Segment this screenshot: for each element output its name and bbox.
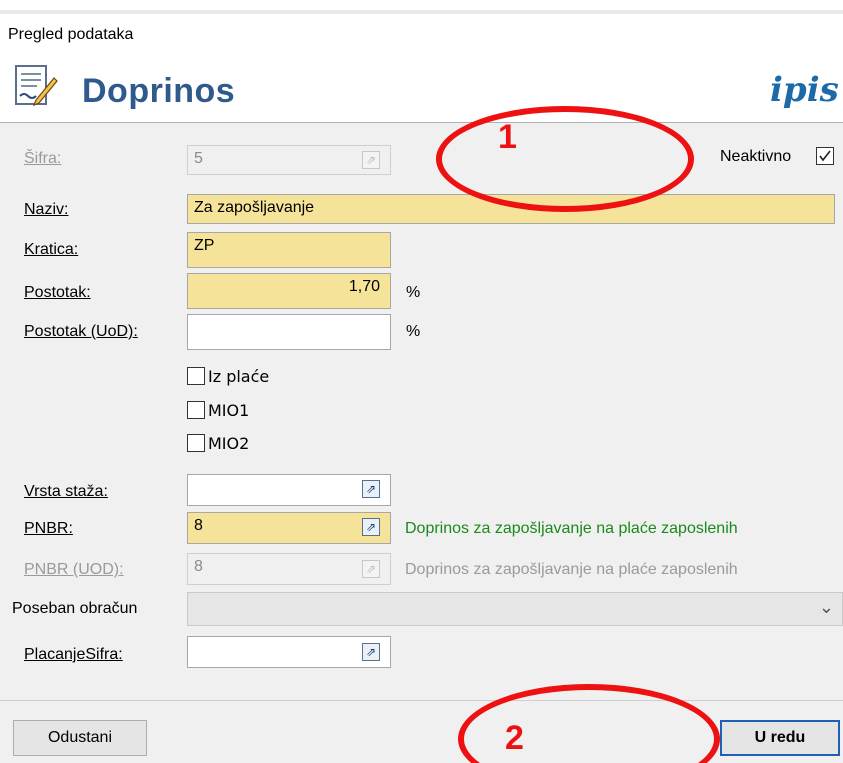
kratica-label: Kratica: bbox=[24, 241, 79, 258]
poseban-obracun-label: Poseban obračun bbox=[12, 600, 138, 617]
vrsta-staza-field[interactable] bbox=[187, 474, 391, 506]
annotation-number-2: 2 bbox=[505, 719, 524, 757]
sifra-lookup-icon: ⇗ bbox=[362, 151, 380, 169]
iz-place-label: Iz plaće bbox=[208, 367, 270, 386]
chevron-down-icon: ⌄ bbox=[818, 597, 834, 617]
placanje-sifra-field[interactable] bbox=[187, 636, 391, 668]
neaktivno-checkbox[interactable] bbox=[816, 147, 834, 165]
iz-place-checkbox[interactable] bbox=[187, 367, 205, 385]
sifra-field: 5 bbox=[187, 145, 391, 175]
pnbr-uod-lookup-icon: ⇗ bbox=[362, 560, 380, 578]
vrsta-staza-lookup-icon[interactable]: ⇗ bbox=[362, 480, 380, 498]
kratica-field[interactable]: ZP bbox=[187, 232, 391, 268]
window-title: Pregled podataka bbox=[8, 26, 134, 43]
pnbr-lookup-icon[interactable]: ⇗ bbox=[362, 518, 380, 536]
pnbr-hint: Doprinos za zapošljavanje na plaće zapos… bbox=[405, 520, 738, 537]
naziv-label: Naziv: bbox=[24, 201, 69, 218]
page-title: Doprinos bbox=[82, 72, 236, 110]
ipis-logo: ipis bbox=[770, 70, 839, 110]
ok-button[interactable]: U redu bbox=[720, 720, 840, 756]
mio2-label: MIO2 bbox=[208, 434, 250, 453]
postotak-label: Postotak: bbox=[24, 284, 91, 301]
poseban-obracun-select[interactable]: ⌄ bbox=[187, 592, 843, 626]
vrsta-staza-label: Vrsta staža: bbox=[24, 483, 108, 500]
postotak-uod-unit: % bbox=[406, 323, 421, 340]
document-edit-icon bbox=[15, 65, 58, 107]
postotak-uod-field[interactable] bbox=[187, 314, 391, 350]
mio1-label: MIO1 bbox=[208, 401, 250, 420]
annotation-number-1: 1 bbox=[498, 118, 517, 156]
postotak-uod-label: Postotak (UoD): bbox=[24, 323, 138, 340]
placanje-sifra-lookup-icon[interactable]: ⇗ bbox=[362, 643, 380, 661]
sifra-label: Šifra: bbox=[24, 150, 62, 167]
neaktivno-label: Neaktivno bbox=[720, 148, 792, 165]
top-strip bbox=[0, 0, 843, 14]
postotak-unit: % bbox=[406, 284, 421, 301]
pnbr-uod-field: 8 bbox=[187, 553, 391, 585]
pnbr-uod-label: PNBR (UOD): bbox=[24, 561, 124, 578]
postotak-field[interactable]: 1,70 bbox=[187, 273, 391, 309]
mio1-checkbox[interactable] bbox=[187, 401, 205, 419]
placanje-sifra-label: PlacanjeSifra: bbox=[24, 646, 123, 663]
pnbr-field[interactable]: 8 bbox=[187, 512, 391, 544]
cancel-button[interactable]: Odustani bbox=[13, 720, 147, 756]
pnbr-label: PNBR: bbox=[24, 520, 73, 537]
pnbr-uod-hint: Doprinos za zapošljavanje na plaće zapos… bbox=[405, 561, 738, 578]
mio2-checkbox[interactable] bbox=[187, 434, 205, 452]
check-icon bbox=[819, 150, 831, 162]
annotation-ellipse-1 bbox=[436, 106, 694, 212]
